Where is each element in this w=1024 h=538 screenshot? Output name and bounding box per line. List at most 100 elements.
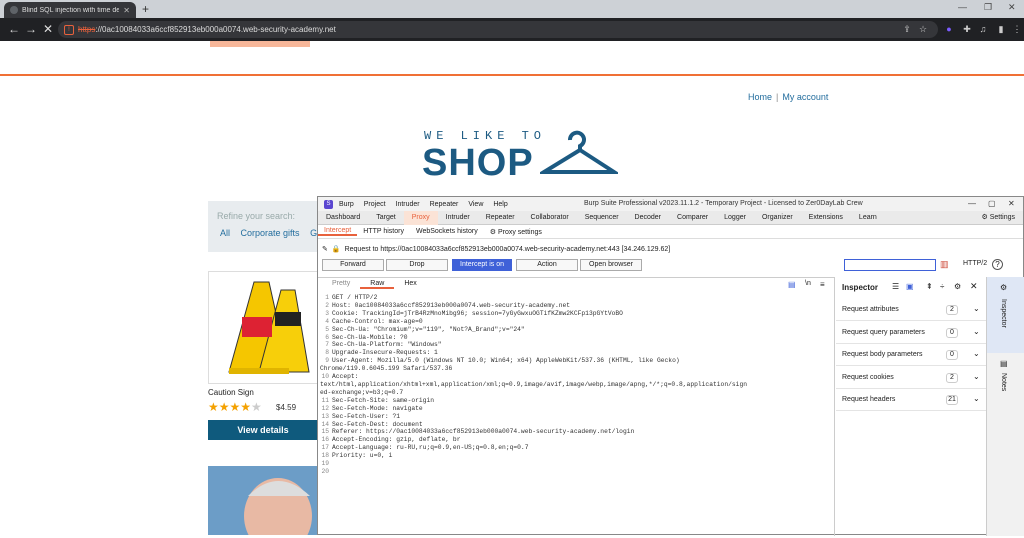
burp-minimize-icon[interactable]: — xyxy=(968,199,976,208)
menu-icon[interactable]: ⋮ xyxy=(1012,24,1022,34)
split-icon[interactable]: ÷ xyxy=(940,282,944,291)
share-icon[interactable]: ⇪ xyxy=(902,24,912,34)
action-button[interactable]: Action xyxy=(516,259,578,271)
newline-icon[interactable]: \n xyxy=(805,280,811,287)
notes-side-tab[interactable]: ▤ Notes xyxy=(987,355,1024,405)
subtab-websockets-history[interactable]: WebSockets history xyxy=(410,228,484,235)
line-number: 10 xyxy=(321,373,329,381)
line-number: 5 xyxy=(325,325,329,333)
code-text: Sec-Ch-Ua-Mobile: ?0 xyxy=(332,333,408,341)
category-all[interactable]: All xyxy=(220,228,230,238)
tab-comparer[interactable]: Comparer xyxy=(669,211,716,225)
new-tab-icon[interactable]: + xyxy=(142,2,149,16)
inspector-row[interactable]: Request body parameters 0 ⌄ xyxy=(836,344,986,366)
editor-menu-icon[interactable]: ≡ xyxy=(820,280,825,289)
category-corporate-gifts[interactable]: Corporate gifts xyxy=(241,228,300,238)
burp-maximize-icon[interactable]: ▢ xyxy=(988,199,996,208)
menu-help[interactable]: Help xyxy=(493,201,507,208)
forward-icon[interactable]: → xyxy=(25,22,37,36)
proxy-settings-button[interactable]: ⚙ Proxy settings xyxy=(484,228,548,236)
wrap-icon[interactable]: ▤ xyxy=(788,280,796,289)
tab-intruder[interactable]: Intruder xyxy=(438,211,478,225)
bookmark-star-icon[interactable]: ☆ xyxy=(918,24,928,34)
chevron-down-icon[interactable]: ⌄ xyxy=(973,372,980,381)
tab-collaborator[interactable]: Collaborator xyxy=(523,211,577,225)
view-details-button[interactable]: View details xyxy=(208,420,318,440)
open-browser-button[interactable]: Open browser xyxy=(580,259,642,271)
tab-proxy[interactable]: Proxy xyxy=(403,210,438,225)
chevron-down-icon[interactable]: ⌄ xyxy=(973,394,980,403)
inspector-side-label: Inspector xyxy=(1000,299,1007,328)
stop-icon[interactable]: ✕ xyxy=(43,22,53,36)
tab-sequencer[interactable]: Sequencer xyxy=(577,211,627,225)
forward-button[interactable]: Forward xyxy=(322,259,384,271)
inspector-row-label: Request query parameters xyxy=(842,328,925,336)
product-image[interactable] xyxy=(208,271,318,384)
address-bar[interactable]: ! https ://0ac10084033a6ccf852913eb000a0… xyxy=(58,21,938,38)
settings-button[interactable]: ⚙ Settings xyxy=(973,211,1023,225)
puzzle-icon[interactable]: ✚ xyxy=(962,24,972,34)
back-icon[interactable]: ← xyxy=(8,22,20,36)
close-tab-icon[interactable]: ✕ xyxy=(123,6,130,15)
chevron-down-icon[interactable]: ⌄ xyxy=(973,304,980,313)
tab-target[interactable]: Target xyxy=(368,211,403,225)
code-line: 11 Sec-Fetch-Site: same-origin xyxy=(320,397,832,405)
menu-repeater[interactable]: Repeater xyxy=(430,201,459,208)
browser-tab[interactable]: Blind SQL injection with time de ✕ xyxy=(4,2,136,18)
tab-repeater[interactable]: Repeater xyxy=(478,211,523,225)
editor-tab-pretty[interactable]: Pretty xyxy=(322,280,360,289)
tab-extensions[interactable]: Extensions xyxy=(801,211,851,225)
inspector-row[interactable]: Request query parameters 0 ⌄ xyxy=(836,322,986,344)
line-number: 12 xyxy=(321,404,329,412)
menu-view[interactable]: View xyxy=(468,201,483,208)
media-icon[interactable]: ♫ xyxy=(978,24,988,34)
grid-view-icon[interactable]: ▣ xyxy=(906,282,914,291)
tab-organizer[interactable]: Organizer xyxy=(754,211,801,225)
inspector-row[interactable]: Request attributes 2 ⌄ xyxy=(836,299,986,321)
code-text: Accept-Encoding: gzip, deflate, br xyxy=(332,436,461,444)
subtab-intercept[interactable]: Intercept xyxy=(318,227,358,236)
subtab-http-history[interactable]: HTTP history xyxy=(357,228,410,235)
http-version[interactable]: HTTP/2 xyxy=(963,260,987,267)
top-nav: Home | My account xyxy=(748,92,828,102)
product-image-2[interactable] xyxy=(208,466,318,538)
edit-pencil-icon[interactable]: ✎ xyxy=(322,245,328,253)
inspector-close-icon[interactable]: ✕ xyxy=(970,281,978,292)
tab-logger[interactable]: Logger xyxy=(716,211,754,225)
extension-icon[interactable]: ● xyxy=(944,24,954,34)
menu-project[interactable]: Project xyxy=(364,201,386,208)
burp-close-icon[interactable]: ✕ xyxy=(1008,199,1015,208)
close-window-icon[interactable]: ✕ xyxy=(1008,2,1016,13)
code-line: 7 Sec-Ch-Ua-Platform: "Windows" xyxy=(320,341,832,349)
menu-burp[interactable]: Burp xyxy=(339,201,354,208)
menu-intruder[interactable]: Intruder xyxy=(396,201,420,208)
highlight-icon[interactable]: ▥ xyxy=(940,259,949,270)
nav-home-link[interactable]: Home xyxy=(748,92,772,102)
sidepanel-icon[interactable]: ▮ xyxy=(996,24,1006,34)
line-number: 3 xyxy=(325,309,329,317)
help-icon[interactable]: ? xyxy=(992,259,1003,270)
line-number: 14 xyxy=(321,420,329,428)
chevron-down-icon[interactable]: ⌄ xyxy=(973,327,980,336)
intercept-actions: Forward Drop Intercept is on Action Open… xyxy=(318,259,1023,273)
inspector-settings-icon[interactable]: ⚙ xyxy=(954,282,961,291)
line-number: 6 xyxy=(325,333,329,341)
align-icon[interactable]: ⇞ xyxy=(926,282,933,291)
inspector-side-tab[interactable]: ⚙ Inspector xyxy=(987,277,1024,353)
tab-dashboard[interactable]: Dashboard xyxy=(318,211,368,225)
drop-button[interactable]: Drop xyxy=(386,259,448,271)
search-input[interactable] xyxy=(844,259,936,271)
intercept-toggle[interactable]: Intercept is on xyxy=(452,259,512,271)
tab-learn[interactable]: Learn xyxy=(851,211,885,225)
maximize-icon[interactable]: ❐ xyxy=(984,2,992,13)
request-editor[interactable]: Pretty Raw Hex ▤ \n ≡ 1 GET / HTTP/2 2 Host… xyxy=(318,277,835,536)
tab-decoder[interactable]: Decoder xyxy=(627,211,669,225)
editor-tab-raw[interactable]: Raw xyxy=(360,280,395,289)
chevron-down-icon[interactable]: ⌄ xyxy=(973,349,980,358)
inspector-row[interactable]: Request cookies 2 ⌄ xyxy=(836,367,986,389)
nav-account-link[interactable]: My account xyxy=(782,92,828,102)
list-view-icon[interactable]: ☰ xyxy=(892,282,899,291)
editor-tab-hex[interactable]: Hex xyxy=(394,280,426,289)
inspector-row[interactable]: Request headers 21 ⌄ xyxy=(836,389,986,411)
minimize-icon[interactable]: — xyxy=(958,2,967,12)
